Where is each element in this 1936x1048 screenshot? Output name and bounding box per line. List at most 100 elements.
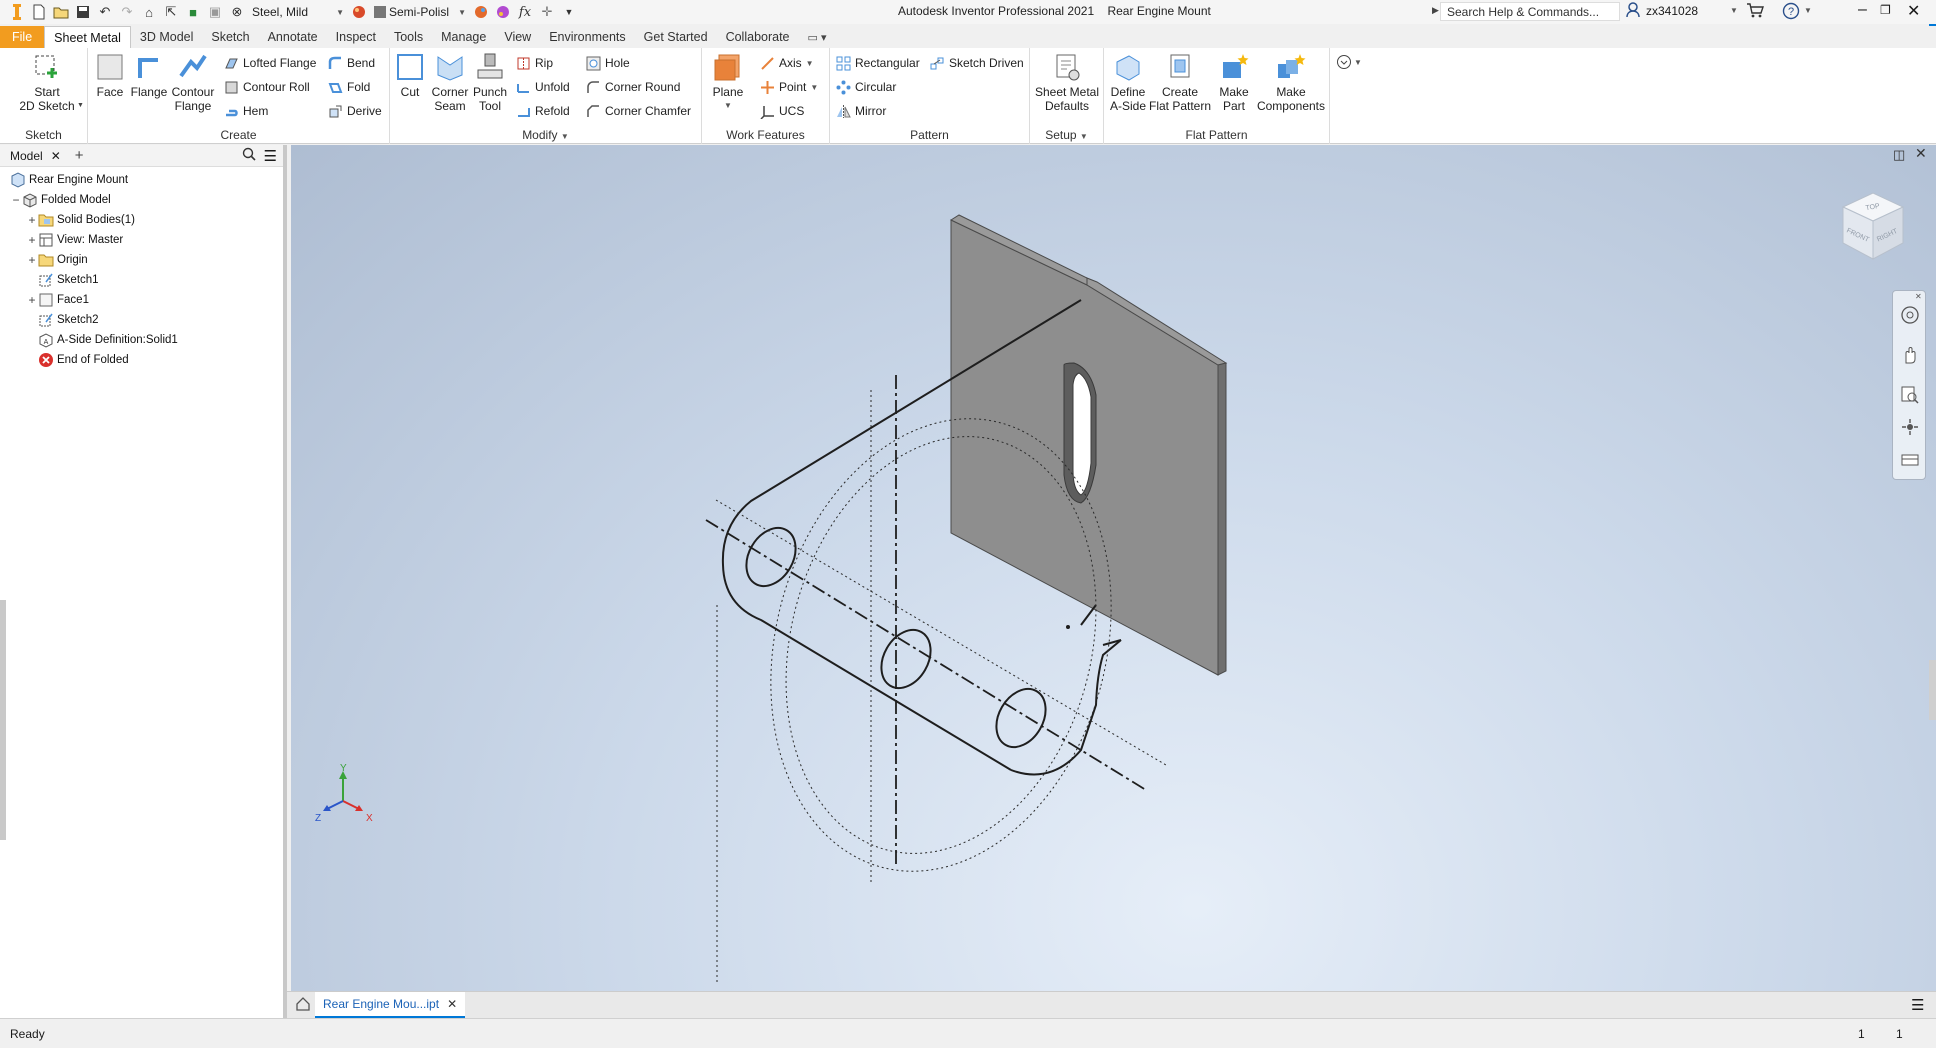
flange-button[interactable]: Flange xyxy=(128,52,170,99)
tab-annotate[interactable]: Annotate xyxy=(259,26,327,48)
user-name[interactable]: zx341028 xyxy=(1646,4,1698,18)
update-icon[interactable]: ■ xyxy=(182,2,204,22)
tree-node-face1[interactable]: + Face1 xyxy=(26,291,88,309)
help-icon[interactable]: ? xyxy=(1782,2,1800,23)
customize-chevron-icon[interactable]: ▼ xyxy=(558,2,580,22)
browser-menu-icon[interactable]: ☰ xyxy=(264,147,277,165)
sketch-driven-pattern-button[interactable]: Sketch Driven xyxy=(930,54,1024,72)
viewport-close-icon[interactable]: ✕ xyxy=(1915,145,1927,162)
undo-icon[interactable]: ↶ xyxy=(94,2,116,22)
point-button[interactable]: Point ▼ xyxy=(760,78,818,96)
tab-file[interactable]: File xyxy=(0,26,45,48)
corner-seam-button[interactable]: Corner Seam xyxy=(430,52,470,113)
corner-round-button[interactable]: Corner Round xyxy=(586,78,680,96)
adjust-appearance-icon[interactable] xyxy=(470,2,492,22)
rip-button[interactable]: Rip xyxy=(516,54,553,72)
tab-collaborate[interactable]: Collaborate xyxy=(717,26,799,48)
browser-tab-model[interactable]: Model xyxy=(10,149,43,163)
contour-flange-button[interactable]: Contour Flange xyxy=(170,52,216,113)
search-help-input[interactable]: Search Help & Commands... xyxy=(1440,2,1620,21)
tab-view[interactable]: View xyxy=(495,26,540,48)
fold-button[interactable]: Fold xyxy=(328,78,370,96)
viewport-split-icon[interactable]: ◫ xyxy=(1893,147,1905,163)
punch-tool-button[interactable]: Punch Tool xyxy=(470,52,510,113)
tree-node-view-master[interactable]: + View: Master xyxy=(26,231,123,249)
help-chevron-down-icon[interactable]: ▼ xyxy=(1804,6,1812,15)
redo-icon[interactable]: ↷ xyxy=(116,2,138,22)
lofted-flange-button[interactable]: Lofted Flange xyxy=(224,54,316,72)
home-icon[interactable]: ⌂ xyxy=(138,2,160,22)
tab-environments[interactable]: Environments xyxy=(540,26,634,48)
refold-button[interactable]: Refold xyxy=(516,102,570,120)
search-expand-icon[interactable]: ▶ xyxy=(1432,5,1439,16)
expand-icon[interactable]: + xyxy=(26,293,38,307)
axis-button[interactable]: Axis ▼ xyxy=(760,54,814,72)
sheet-metal-defaults-button[interactable]: Sheet Metal Defaults xyxy=(1034,52,1100,113)
document-list-menu-icon[interactable]: ☰ xyxy=(1911,996,1924,1014)
mirror-button[interactable]: Mirror xyxy=(836,102,886,120)
document-tab[interactable]: Rear Engine Mou...ipt ✕ xyxy=(315,992,465,1018)
tab-sheet-metal[interactable]: Sheet Metal xyxy=(44,26,131,48)
material-select[interactable]: Steel, Mild ▼ xyxy=(248,2,348,22)
ucs-button[interactable]: UCS xyxy=(760,102,804,120)
panel-setup-label[interactable]: Setup ▼ xyxy=(1030,128,1103,142)
bend-button[interactable]: Bend xyxy=(328,54,375,72)
make-components-button[interactable]: Make Components xyxy=(1254,52,1328,113)
look-at-icon[interactable] xyxy=(1900,449,1920,469)
user-icon[interactable] xyxy=(1626,2,1640,21)
steering-wheel-icon[interactable] xyxy=(1900,305,1920,325)
expand-icon[interactable]: + xyxy=(26,233,38,247)
tree-root-rear-engine-mount[interactable]: Rear Engine Mount xyxy=(10,171,128,189)
tree-node-a-side-definition[interactable]: A A-Side Definition:Solid1 xyxy=(38,331,178,349)
open-icon[interactable] xyxy=(50,2,72,22)
document-tab-close-icon[interactable]: ✕ xyxy=(447,997,457,1011)
fx-parameters-button[interactable]: fx xyxy=(514,2,536,22)
browser-tab-close-icon[interactable]: ✕ xyxy=(51,149,61,163)
pan-hand-icon[interactable] xyxy=(1900,345,1920,365)
sketch-dropdown-icon[interactable]: ▼ xyxy=(77,102,84,109)
graphics-viewport[interactable]: TOP FRONT RIGHT ◫ ✕ ✕ X Y Z xyxy=(291,145,1936,991)
plane-button[interactable]: Plane ▼ xyxy=(708,52,748,113)
tab-sketch[interactable]: Sketch xyxy=(202,26,258,48)
cart-icon[interactable] xyxy=(1746,2,1764,21)
collapse-icon[interactable]: − xyxy=(10,193,22,207)
expand-icon[interactable]: + xyxy=(26,253,38,267)
rectangular-pattern-button[interactable]: Rectangular xyxy=(836,54,920,72)
tree-node-sketch2[interactable]: Sketch2 xyxy=(38,311,99,329)
viewcube[interactable]: TOP FRONT RIGHT xyxy=(1831,185,1911,265)
hole-button[interactable]: Hole xyxy=(586,54,630,72)
user-chevron-down-icon[interactable]: ▼ xyxy=(1730,6,1738,15)
circular-pattern-button[interactable]: Circular xyxy=(836,78,896,96)
restore-icon[interactable]: ❐ xyxy=(1880,3,1891,17)
appearance-select[interactable]: Semi-Polisl ▼ xyxy=(370,2,470,22)
zoom-icon[interactable] xyxy=(1900,385,1920,405)
home-tab-icon[interactable] xyxy=(295,996,311,1015)
orbit-icon[interactable] xyxy=(1900,417,1920,437)
browser-search-icon[interactable] xyxy=(242,147,256,164)
move-icon[interactable]: ✛ xyxy=(536,2,558,22)
tree-node-folded-model[interactable]: − Folded Model xyxy=(10,191,111,209)
tab-3d-model[interactable]: 3D Model xyxy=(131,26,203,48)
browser-scrollbar[interactable] xyxy=(0,600,6,840)
define-a-side-button[interactable]: Define A-Side xyxy=(1106,52,1150,113)
panel-modify-label[interactable]: Modify ▼ xyxy=(390,128,701,142)
right-edge-scroll[interactable] xyxy=(1929,660,1936,720)
cut-button[interactable]: Cut xyxy=(392,52,428,99)
browser-add-tab-icon[interactable]: + xyxy=(75,147,84,164)
tab-inspect[interactable]: Inspect xyxy=(327,26,385,48)
inventor-logo-icon[interactable] xyxy=(6,1,28,23)
material-browser-icon[interactable]: ⊗ xyxy=(226,2,248,22)
ribbon-customize-button[interactable]: ▼ xyxy=(1336,54,1362,70)
tree-node-solid-bodies[interactable]: + Solid Bodies(1) xyxy=(26,211,135,229)
new-icon[interactable] xyxy=(28,2,50,22)
contour-roll-button[interactable]: Contour Roll xyxy=(224,78,310,96)
hem-button[interactable]: Hem xyxy=(224,102,268,120)
tab-get-started[interactable]: Get Started xyxy=(635,26,717,48)
save-icon[interactable] xyxy=(72,2,94,22)
tab-manage[interactable]: Manage xyxy=(432,26,495,48)
expand-icon[interactable]: + xyxy=(26,213,38,227)
tab-tools[interactable]: Tools xyxy=(385,26,432,48)
corner-chamfer-button[interactable]: Corner Chamfer xyxy=(586,102,691,120)
tree-node-origin[interactable]: + Origin xyxy=(26,251,87,269)
clear-appearance-icon[interactable] xyxy=(492,2,514,22)
